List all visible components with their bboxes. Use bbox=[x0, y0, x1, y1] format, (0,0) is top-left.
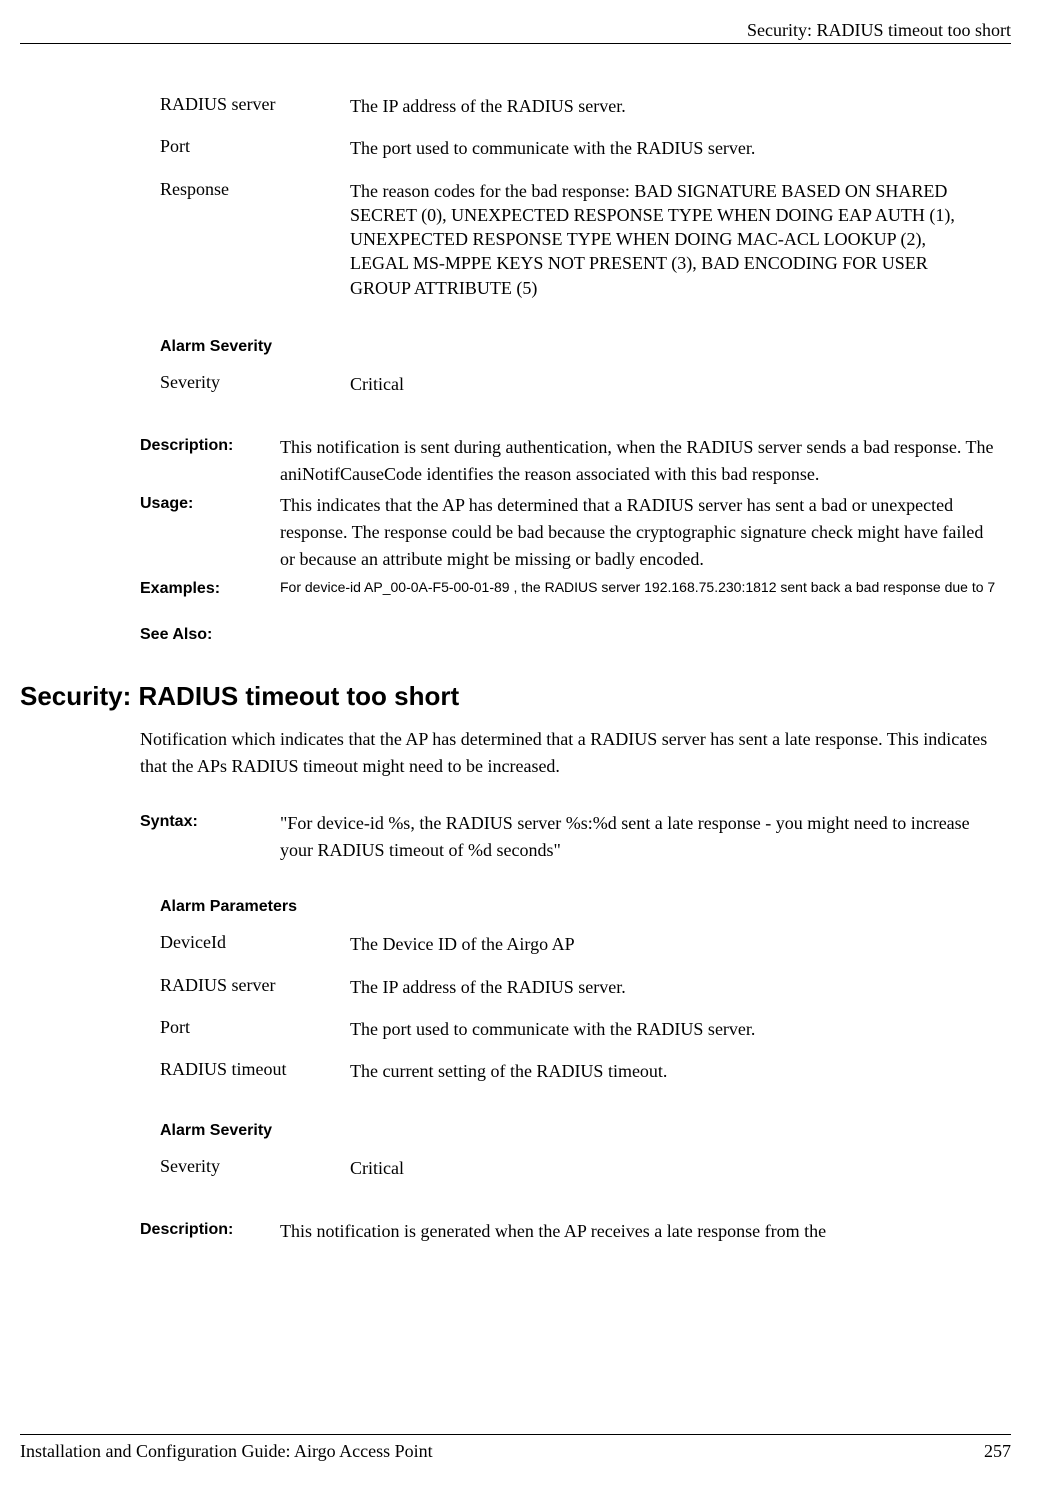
severity-label: Severity bbox=[160, 1156, 350, 1198]
param-value: The reason codes for the bad response: B… bbox=[350, 179, 1011, 318]
severity-value: Critical bbox=[350, 1156, 1011, 1198]
table-row: Syntax: "For device-id %s, the RADIUS se… bbox=[140, 810, 1011, 868]
table-row: Severity Critical bbox=[160, 1156, 1011, 1198]
param-value: The IP address of the RADIUS server. bbox=[350, 94, 1011, 136]
severity-label: Severity bbox=[160, 372, 350, 414]
param-value: The port used to communicate with the RA… bbox=[350, 1017, 1011, 1059]
section-heading: Security: RADIUS timeout too short bbox=[20, 681, 1011, 712]
def-value-description2: This notification is generated when the … bbox=[280, 1218, 1011, 1249]
main-content: RADIUS server The IP address of the RADI… bbox=[20, 94, 1011, 651]
severity-table: Severity Critical bbox=[160, 372, 1011, 414]
param-label: Response bbox=[160, 179, 350, 318]
def-value-usage: This indicates that the AP has determine… bbox=[280, 492, 1011, 577]
table-row: Response The reason codes for the bad re… bbox=[160, 179, 1011, 318]
table-row: RADIUS timeout The current setting of th… bbox=[160, 1059, 1011, 1101]
def-label-usage: Usage: bbox=[140, 492, 280, 577]
section-intro: Notification which indicates that the AP… bbox=[20, 726, 1011, 780]
def-value-syntax: "For device-id %s, the RADIUS server %s:… bbox=[280, 810, 1011, 868]
def-label-description2: Description: bbox=[140, 1218, 280, 1249]
severity-value: Critical bbox=[350, 372, 1011, 414]
alarm-severity-heading: Alarm Severity bbox=[160, 338, 1011, 372]
table-row: Examples: For device-id AP_00-0A-F5-00-0… bbox=[140, 577, 1011, 605]
header-title: Security: RADIUS timeout too short bbox=[747, 20, 1011, 40]
param-label: RADIUS timeout bbox=[160, 1059, 350, 1101]
table-row: RADIUS server The IP address of the RADI… bbox=[160, 94, 1011, 136]
def-label-description: Description: bbox=[140, 434, 280, 492]
def-label-seealso: See Also: bbox=[140, 605, 280, 651]
table-row: Description: This notification is sent d… bbox=[140, 434, 1011, 492]
section2-content: Syntax: "For device-id %s, the RADIUS se… bbox=[20, 810, 1011, 1248]
table-row: Port The port used to communicate with t… bbox=[160, 1017, 1011, 1059]
param-label: RADIUS server bbox=[160, 975, 350, 1017]
alarm-parameters-heading: Alarm Parameters bbox=[160, 898, 1011, 932]
table-row: Port The port used to communicate with t… bbox=[160, 136, 1011, 178]
section2-param-table: DeviceId The Device ID of the Airgo AP R… bbox=[160, 932, 1011, 1101]
alarm-severity-heading-2: Alarm Severity bbox=[160, 1122, 1011, 1156]
running-header: Security: RADIUS timeout too short bbox=[20, 20, 1011, 44]
page-footer: Installation and Configuration Guide: Ai… bbox=[20, 1434, 1011, 1462]
table-row: See Also: bbox=[140, 605, 1011, 651]
param-label: DeviceId bbox=[160, 932, 350, 974]
param-value: The current setting of the RADIUS timeou… bbox=[350, 1059, 1011, 1101]
section2-severity-table: Severity Critical bbox=[160, 1156, 1011, 1198]
def-label-syntax: Syntax: bbox=[140, 810, 280, 868]
footer-page-number: 257 bbox=[984, 1441, 1011, 1462]
param-value: The Device ID of the Airgo AP bbox=[350, 932, 1011, 974]
def-label-examples: Examples: bbox=[140, 577, 280, 605]
syntax-table: Syntax: "For device-id %s, the RADIUS se… bbox=[140, 810, 1011, 868]
def-value-examples: For device-id AP_00-0A-F5-00-01-89 , the… bbox=[280, 577, 1011, 605]
table-row: Severity Critical bbox=[160, 372, 1011, 414]
definition-table: Description: This notification is sent d… bbox=[140, 434, 1011, 651]
param-label: Port bbox=[160, 136, 350, 178]
table-row: DeviceId The Device ID of the Airgo AP bbox=[160, 932, 1011, 974]
table-row: Description: This notification is genera… bbox=[140, 1218, 1011, 1249]
def-value-description: This notification is sent during authent… bbox=[280, 434, 1011, 492]
def-value-seealso bbox=[280, 605, 1011, 651]
table-row: RADIUS server The IP address of the RADI… bbox=[160, 975, 1011, 1017]
param-label: Port bbox=[160, 1017, 350, 1059]
param-label: RADIUS server bbox=[160, 94, 350, 136]
footer-left: Installation and Configuration Guide: Ai… bbox=[20, 1441, 433, 1462]
table-row: Usage: This indicates that the AP has de… bbox=[140, 492, 1011, 577]
top-param-table: RADIUS server The IP address of the RADI… bbox=[160, 94, 1011, 318]
param-value: The IP address of the RADIUS server. bbox=[350, 975, 1011, 1017]
section2-def-table: Description: This notification is genera… bbox=[140, 1218, 1011, 1249]
param-value: The port used to communicate with the RA… bbox=[350, 136, 1011, 178]
